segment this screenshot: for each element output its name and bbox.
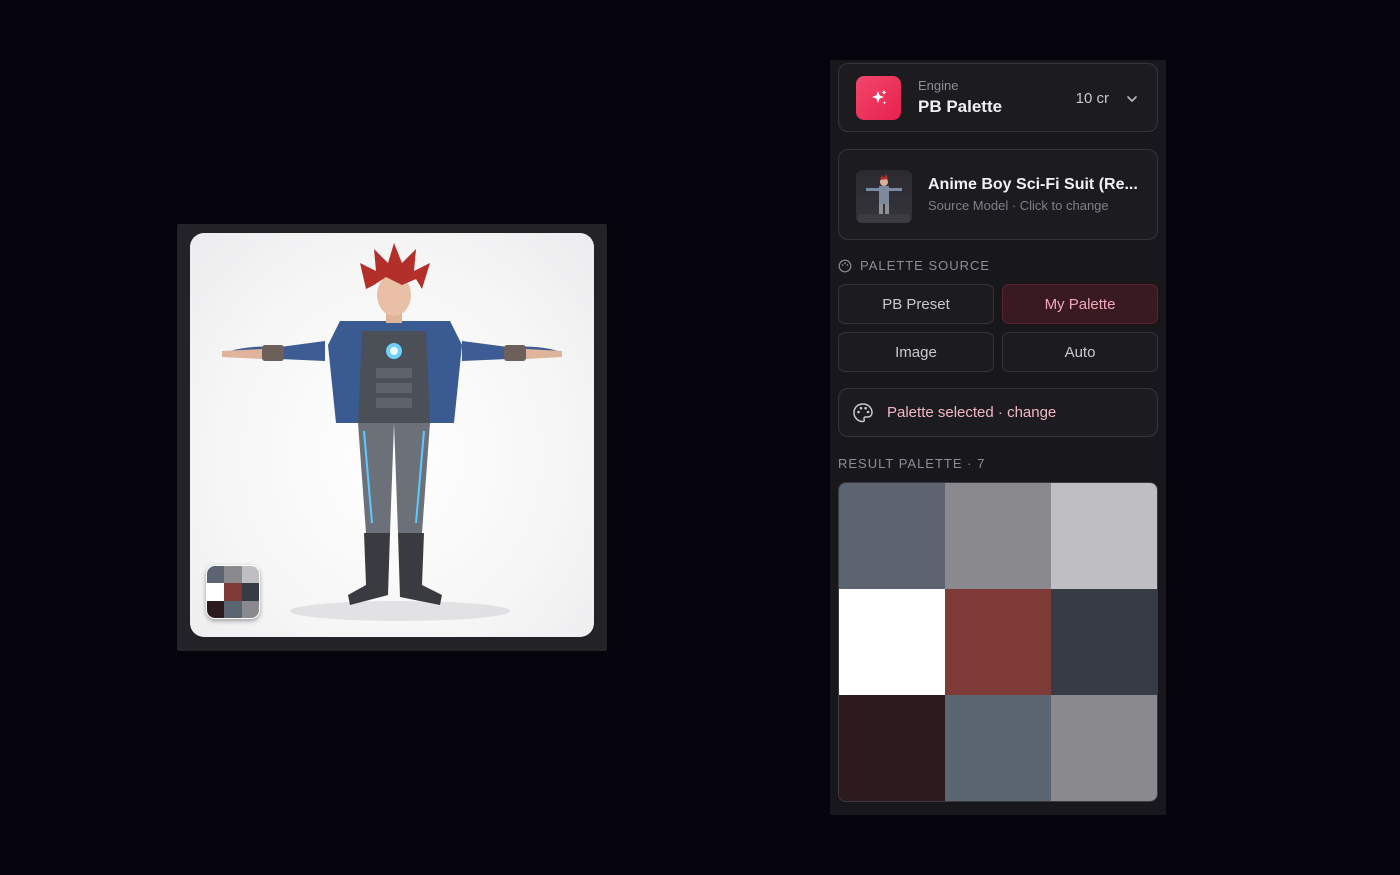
source-model-title: Anime Boy Sci-Fi Suit (Re... — [928, 176, 1138, 193]
mini-swatch — [224, 566, 242, 584]
my-palette-button[interactable]: My Palette — [1002, 284, 1158, 324]
engine-selector[interactable]: Engine PB Palette 10 cr — [838, 63, 1158, 132]
result-swatch[interactable] — [1051, 483, 1157, 589]
mini-swatch — [207, 566, 225, 584]
model-thumbnail — [856, 170, 912, 223]
result-swatch[interactable] — [945, 695, 1051, 801]
result-swatch[interactable] — [1051, 589, 1157, 695]
palette-icon — [838, 259, 852, 272]
palette-selected-change[interactable]: Palette selected · change — [838, 388, 1158, 437]
source-model-card[interactable]: Anime Boy Sci-Fi Suit (Re... Source Mode… — [838, 149, 1158, 240]
chevron-down-icon[interactable] — [1125, 92, 1139, 106]
result-palette-label: RESULT PALETTE · 7 — [838, 456, 986, 471]
mini-swatch — [224, 600, 242, 618]
result-swatch[interactable] — [839, 589, 945, 695]
result-swatch[interactable] — [945, 589, 1051, 695]
preview-frame — [177, 224, 607, 651]
mini-swatch — [241, 566, 259, 584]
mini-swatch — [241, 583, 259, 601]
engine-caption: Engine — [918, 78, 959, 93]
result-swatch[interactable] — [839, 695, 945, 801]
mini-swatch — [207, 583, 225, 601]
result-swatch[interactable] — [839, 483, 945, 589]
result-palette-grid — [838, 482, 1158, 802]
result-swatch[interactable] — [1051, 695, 1157, 801]
model-preview-image[interactable] — [190, 233, 594, 637]
result-palette-heading: RESULT PALETTE · 7 — [838, 456, 985, 471]
palette-source-label: PALETTE SOURCE — [860, 258, 991, 273]
sparkles-icon — [856, 76, 901, 120]
mini-swatch — [224, 583, 242, 601]
mini-palette-thumbnail[interactable] — [206, 565, 260, 619]
mini-swatch — [241, 600, 259, 618]
palette-icon — [853, 403, 873, 423]
mini-swatch — [207, 600, 225, 618]
pb-preset-button[interactable]: PB Preset — [838, 284, 994, 324]
settings-panel: Engine PB Palette 10 cr Anime Boy Sci-Fi… — [830, 60, 1166, 815]
engine-cost: 10 cr — [1075, 90, 1109, 107]
image-button[interactable]: Image — [838, 332, 994, 372]
palette-selected-text: Palette selected · change — [887, 404, 1057, 421]
result-swatch[interactable] — [945, 483, 1051, 589]
palette-source-heading: PALETTE SOURCE — [838, 258, 990, 273]
auto-button[interactable]: Auto — [1002, 332, 1158, 372]
source-model-subtitle: Source Model · Click to change — [928, 198, 1109, 213]
engine-name: PB Palette — [918, 97, 1003, 116]
